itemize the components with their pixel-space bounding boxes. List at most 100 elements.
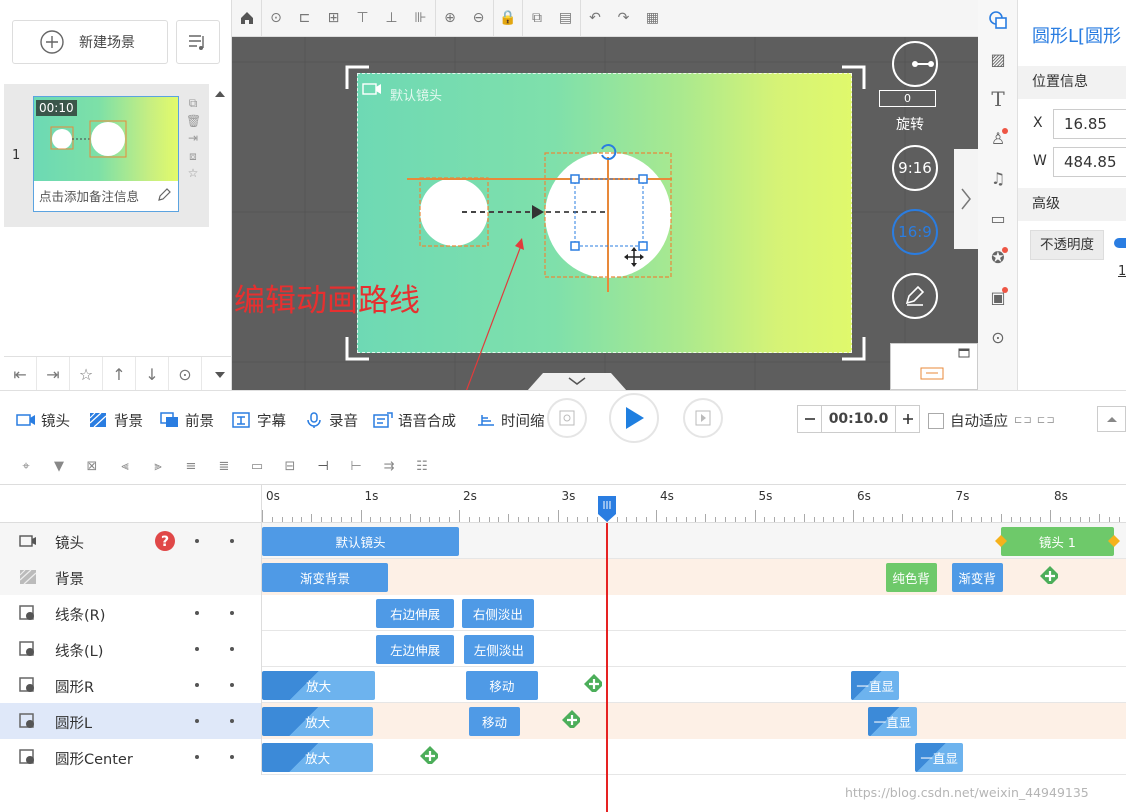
x-input[interactable]: 16.85 xyxy=(1053,109,1126,139)
add-animation-icon[interactable] xyxy=(419,746,438,764)
animation-block[interactable]: 左侧淡出 xyxy=(463,635,534,664)
more-icon[interactable]: ⊙ xyxy=(169,357,202,391)
animation-block[interactable]: 默认镜头 xyxy=(262,527,459,556)
mini-preview-window[interactable] xyxy=(890,343,978,390)
keyframe-diamond[interactable] xyxy=(1108,535,1121,547)
move-down-icon[interactable]: ↓ xyxy=(136,357,169,391)
animation-block[interactable]: 移动 xyxy=(465,671,538,700)
animation-block[interactable]: 一直显 xyxy=(851,671,900,700)
ungroup-icon[interactable]: ⊟ xyxy=(278,459,302,474)
new-scene-button[interactable]: 新建场景 xyxy=(12,20,168,64)
split-icon[interactable]: ⊣ xyxy=(311,459,335,474)
add-record-track[interactable]: 录音 xyxy=(304,410,358,430)
favorite-scene-icon[interactable]: ☆ xyxy=(186,166,200,180)
track-body[interactable]: 放大 移动 一直显 xyxy=(262,667,1126,703)
align-top-icon[interactable]: ⊤ xyxy=(348,0,377,37)
add-animation-icon[interactable] xyxy=(562,710,581,728)
playhead-handle[interactable] xyxy=(596,494,618,524)
add-tts-track[interactable]: 语音合成 xyxy=(373,410,456,430)
play-button[interactable] xyxy=(609,393,659,443)
time-ruler[interactable]: 0s 1s 2s 3s 4s 5s 6s 7s 8s xyxy=(262,485,1126,523)
duration-increase-button[interactable] xyxy=(895,406,919,432)
sticker-icon[interactable]: ✪ xyxy=(978,238,1018,278)
track-body[interactable]: 放大 一直显 xyxy=(262,739,1126,775)
shape-icon[interactable] xyxy=(978,0,1018,40)
track-body[interactable]: 默认镜头 镜头 1 xyxy=(262,523,1126,559)
animation-block[interactable]: 渐变背景 xyxy=(262,563,389,592)
target-icon[interactable]: ⌖ xyxy=(14,459,38,474)
lock-dot[interactable] xyxy=(230,539,234,543)
add-animation-icon[interactable] xyxy=(1040,566,1059,584)
align-bottom-icon[interactable]: ⊥ xyxy=(377,0,406,37)
text-icon[interactable]: T xyxy=(978,79,1018,119)
star-icon[interactable]: ☆ xyxy=(70,357,103,391)
track-header[interactable]: 线条(L) xyxy=(0,631,262,667)
lock-dot[interactable] xyxy=(230,683,234,687)
add-camera-track[interactable]: 镜头 xyxy=(16,410,70,430)
track-header[interactable]: 圆形L xyxy=(0,703,262,739)
copy-icon[interactable]: ⧉ xyxy=(522,0,551,37)
ratio-9-16-button[interactable]: 9:16 xyxy=(892,145,938,191)
scene-thumbnail[interactable]: 00:10 点击添加备注信息 xyxy=(33,96,179,212)
filter-icon[interactable]: ▼ xyxy=(47,459,71,474)
align-left-icon[interactable]: ⊏ xyxy=(290,0,319,37)
animation-block[interactable]: 纯色背 xyxy=(885,563,937,592)
rotate-value[interactable]: 0 xyxy=(879,90,936,107)
track-header[interactable]: 圆形Center xyxy=(0,739,262,775)
duration-decrease-button[interactable] xyxy=(798,406,822,432)
visibility-dot[interactable] xyxy=(195,683,199,687)
more-options-icon[interactable]: ⊙ xyxy=(261,0,290,37)
ratio-16-9-button[interactable]: 16:9 xyxy=(892,209,938,255)
track-row[interactable]: 线条(R) 右边伸展 右侧淡出 xyxy=(0,595,1126,631)
distribute-icon[interactable]: ≡ xyxy=(179,459,203,474)
track-body[interactable]: 渐变背景 纯色背 渐变背 xyxy=(262,559,1126,595)
track-body[interactable]: 左边伸展 左侧淡出 xyxy=(262,631,1126,667)
scene-list-button[interactable] xyxy=(176,20,220,64)
track-row[interactable]: 圆形R 放大 移动 一直显 xyxy=(0,667,1126,703)
opacity-value[interactable]: 1 xyxy=(1118,264,1126,279)
track-body[interactable]: 右边伸展 右侧淡出 xyxy=(262,595,1126,631)
visibility-dot[interactable] xyxy=(195,647,199,651)
caption-icon[interactable]: ▭ xyxy=(978,198,1018,238)
previous-frame-button[interactable] xyxy=(547,398,587,438)
visibility-dot[interactable] xyxy=(195,719,199,723)
move-up-icon[interactable]: ↑ xyxy=(103,357,136,391)
fit-width-icon[interactable]: ⊏⊐ ⊏⊐ xyxy=(1014,415,1056,426)
redo-icon[interactable]: ↷ xyxy=(609,0,638,37)
note-icon[interactable]: ☷ xyxy=(410,459,434,474)
music-icon[interactable]: ♫ xyxy=(978,159,1018,199)
zoom-in-icon[interactable]: ⊕ xyxy=(435,0,464,37)
track-header[interactable]: 线条(R) xyxy=(0,595,262,631)
paste-icon[interactable]: ▤ xyxy=(551,0,580,37)
animation-block[interactable]: 右侧淡出 xyxy=(461,599,534,628)
track-row[interactable]: 线条(L) 左边伸展 左侧淡出 xyxy=(0,631,1126,667)
lock-dot[interactable] xyxy=(230,719,234,723)
track-row[interactable]: 背景 渐变背景 纯色背 渐变背 xyxy=(0,559,1126,595)
edit-pencil-icon[interactable] xyxy=(156,187,172,203)
animation-block[interactable]: 放大 xyxy=(262,671,376,700)
animation-block[interactable]: 镜头 1 xyxy=(1000,527,1115,556)
duration-stepper[interactable]: 00:10.0 xyxy=(797,405,920,433)
auto-fit-checkbox[interactable] xyxy=(928,412,944,429)
preview-settings-icon[interactable]: ▦ xyxy=(638,0,667,37)
track-row[interactable]: 圆形Center 放大 一直显 xyxy=(0,739,1126,775)
more-elements-icon[interactable]: ⊙ xyxy=(978,318,1018,358)
image-icon[interactable]: ▨ xyxy=(978,40,1018,80)
help-icon[interactable]: ? xyxy=(155,531,175,551)
export-scene-icon[interactable]: ⇥ xyxy=(186,131,200,145)
export-icon[interactable]: ⇥ xyxy=(37,357,70,391)
editor-canvas[interactable]: 默认镜头 编辑动画路线 0 旋转 9:16 16:9 xyxy=(232,37,978,390)
delete-scene-icon[interactable]: 🗑 xyxy=(186,114,201,128)
track-row[interactable]: 圆形L 放大 移动 一直显 xyxy=(0,703,1126,739)
auto-fit-toggle[interactable]: 自动适应 ⊏⊐ ⊏⊐ xyxy=(928,410,1056,431)
add-subtitle-track[interactable]: 字幕 xyxy=(232,410,286,430)
import-icon[interactable]: ⇤ xyxy=(4,357,37,391)
duration-input[interactable]: 00:10.0 xyxy=(822,406,895,432)
animation-block[interactable]: 一直显 xyxy=(915,743,964,772)
duplicate-scene-icon[interactable]: ⧈ xyxy=(186,149,200,163)
track-header[interactable]: 背景 xyxy=(0,559,262,595)
visibility-dot[interactable] xyxy=(195,611,199,615)
merge-icon[interactable]: ⊢ xyxy=(344,459,368,474)
track-body[interactable]: 放大 移动 一直显 xyxy=(262,703,1126,739)
animation-block[interactable]: 移动 xyxy=(468,707,521,736)
